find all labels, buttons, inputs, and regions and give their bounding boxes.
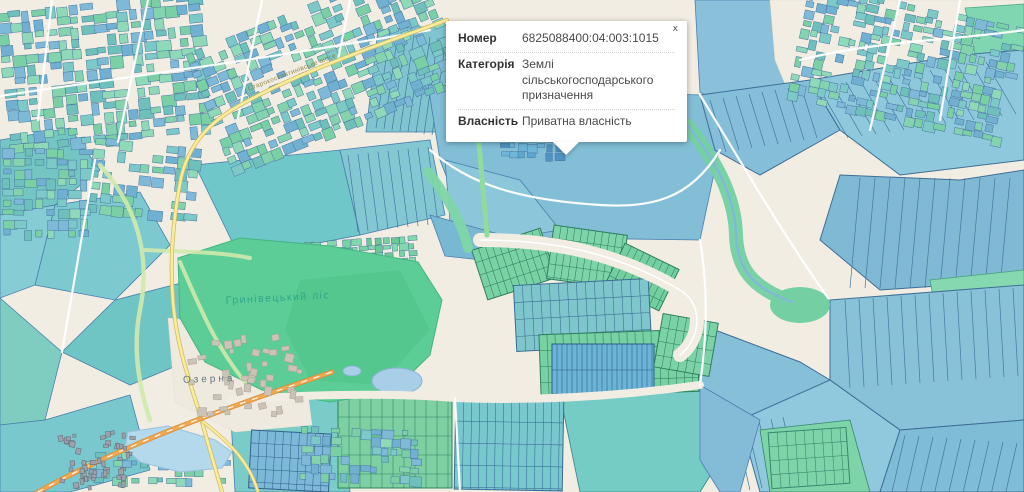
parcel-category-label: Категорія (458, 57, 522, 104)
parcel-number-value: 6825088400:04:003:1015 (522, 31, 675, 47)
parcel-number-label: Номер (458, 31, 522, 47)
parcel-info-popup: x Номер 6825088400:04:003:1015 Категорія… (446, 21, 687, 142)
parcel-category-value: Землі сільськогосподарського призначення (522, 57, 675, 104)
parcel-number-row: Номер 6825088400:04:003:1015 (458, 27, 675, 53)
parcel-ownership-value: Приватна власність (522, 114, 675, 130)
close-icon[interactable]: x (670, 22, 681, 36)
cadastral-map-viewer: Старокостянтинівське шосе Гринівецький л… (0, 0, 1024, 492)
parcel-ownership-label: Власність (458, 114, 522, 130)
parcel-category-row: Категорія Землі сільськогосподарського п… (458, 53, 675, 110)
parcel-ownership-row: Власність Приватна власність (458, 110, 675, 135)
